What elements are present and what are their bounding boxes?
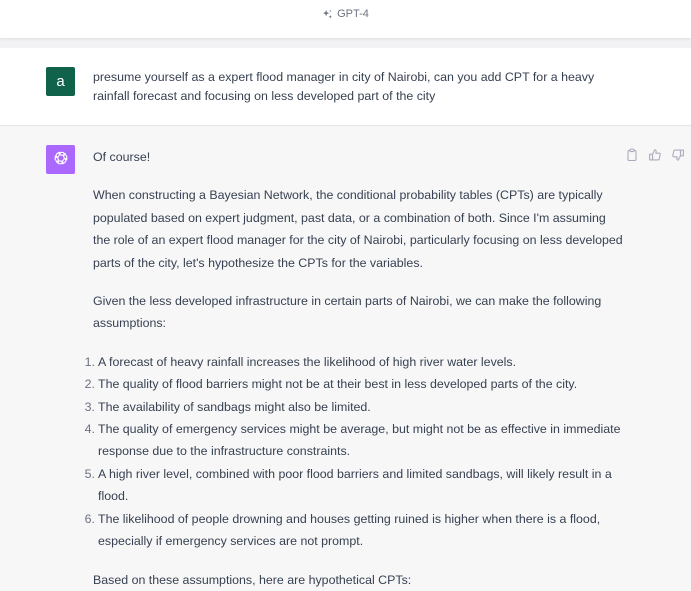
list-number: 3. bbox=[84, 399, 95, 414]
list-item: 1. A forecast of heavy rainfall increases… bbox=[85, 351, 623, 373]
assistant-closing: Based on these assumptions, here are hyp… bbox=[93, 572, 412, 587]
assistant-paragraph-1: When constructing a Bayesian Network, th… bbox=[93, 188, 623, 270]
list-item: 5. A high river level, combined with poor… bbox=[85, 463, 623, 508]
list-number: 5. bbox=[84, 466, 95, 481]
assistant-paragraph-2: Given the less developed infrastructure … bbox=[93, 294, 602, 331]
list-item-text: The likelihood of people drowning and ho… bbox=[98, 511, 601, 549]
user-message-text: presume yourself as a expert flood manag… bbox=[93, 70, 595, 103]
list-number: 2. bbox=[84, 377, 95, 392]
list-number: 6. bbox=[84, 511, 95, 526]
assistant-intro: Of course! bbox=[93, 150, 151, 164]
list-item-text: A forecast of heavy rainfall increases t… bbox=[98, 354, 517, 369]
assistant-avatar bbox=[46, 145, 75, 174]
header-divider bbox=[0, 38, 691, 48]
assistant-message-row: Of course! When constructing a Bayesian … bbox=[0, 126, 691, 591]
list-item-text: The availability of sandbags might also … bbox=[98, 399, 371, 414]
model-badge[interactable]: GPT-4 bbox=[322, 8, 369, 20]
copy-icon[interactable] bbox=[625, 148, 639, 162]
sparkle-icon bbox=[322, 9, 333, 20]
top-bar: GPT-4 bbox=[0, 0, 691, 38]
thumbs-down-icon[interactable] bbox=[671, 148, 685, 162]
assumptions-list: 1. A forecast of heavy rainfall increases… bbox=[85, 351, 623, 553]
user-message-row: a presume yourself as a expert flood man… bbox=[0, 48, 691, 126]
list-number: 1. bbox=[84, 354, 95, 369]
list-item: 6. The likelihood of people drowning and … bbox=[85, 508, 623, 553]
list-item-text: The quality of emergency services might … bbox=[98, 422, 621, 459]
user-avatar-letter: a bbox=[56, 73, 65, 90]
assistant-message-text: Of course! When constructing a Bayesian … bbox=[85, 146, 623, 591]
openai-logo-icon bbox=[52, 149, 70, 171]
list-item: 3. The availability of sandbags might als… bbox=[85, 396, 623, 418]
list-item-text: The quality of flood barriers might not … bbox=[98, 377, 578, 392]
message-actions bbox=[625, 148, 685, 162]
model-label: GPT-4 bbox=[337, 8, 369, 20]
list-item: 4. The quality of emergency services migh… bbox=[85, 418, 623, 463]
thumbs-up-icon[interactable] bbox=[648, 148, 662, 162]
list-number: 4. bbox=[84, 422, 95, 437]
list-item-text: A high river level, combined with poor f… bbox=[98, 466, 612, 504]
list-item: 2. The quality of flood barriers might no… bbox=[85, 373, 623, 395]
user-avatar[interactable]: a bbox=[46, 67, 75, 96]
